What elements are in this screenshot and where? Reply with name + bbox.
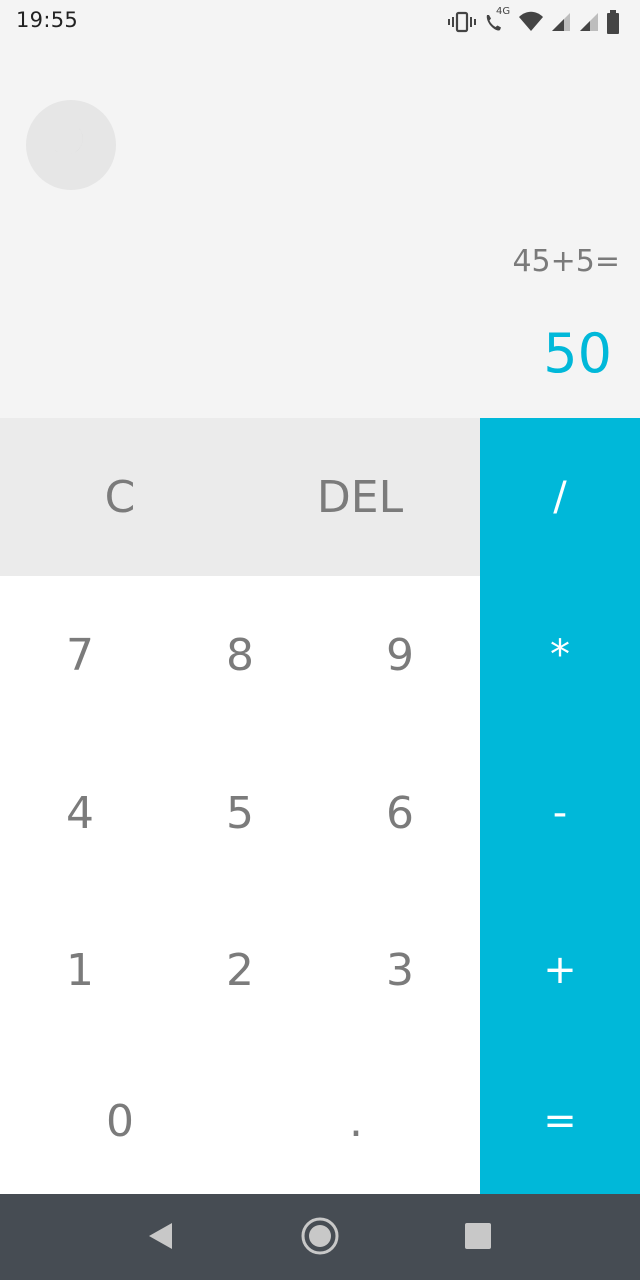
digit-4-button[interactable]: 4 — [0, 734, 160, 892]
decimal-button[interactable]: . — [276, 1048, 436, 1194]
vibrate-icon — [448, 11, 476, 33]
divide-button[interactable]: / — [480, 418, 640, 576]
battery-icon — [606, 10, 620, 34]
recents-icon — [464, 1222, 492, 1254]
back-icon — [146, 1221, 174, 1255]
clear-button[interactable]: C — [40, 418, 200, 576]
add-button[interactable]: + — [480, 892, 640, 1048]
keypad: C DEL 7 8 9 4 5 6 1 2 3 0 . / * - + = — [0, 418, 640, 1194]
navigation-bar — [0, 1194, 640, 1280]
digit-6-button[interactable]: 6 — [320, 734, 480, 892]
subtract-button[interactable]: - — [480, 734, 640, 892]
signal-icon — [550, 11, 572, 33]
back-button[interactable] — [138, 1216, 182, 1260]
digit-5-button[interactable]: 5 — [160, 734, 320, 892]
network-type-label: 4G — [496, 6, 511, 17]
digit-0-button[interactable]: 0 — [40, 1048, 200, 1194]
home-button[interactable] — [298, 1216, 342, 1260]
signal-icon — [578, 11, 600, 33]
home-icon — [300, 1216, 340, 1260]
theme-toggle-button[interactable] — [26, 100, 116, 190]
multiply-button[interactable]: * — [480, 576, 640, 734]
result-display: 50 — [543, 322, 612, 385]
recents-button[interactable] — [456, 1216, 500, 1260]
digit-pad: 7 8 9 4 5 6 1 2 3 0 . — [0, 576, 480, 1194]
calculator-display: 45+5= 50 — [0, 44, 640, 418]
call-4g-icon: 4G — [482, 6, 512, 34]
wifi-icon — [518, 11, 544, 33]
status-icons: 4G — [448, 6, 620, 35]
digit-9-button[interactable]: 9 — [320, 576, 480, 734]
equals-button[interactable]: = — [480, 1048, 640, 1194]
operator-column: / * - + = — [480, 418, 640, 1194]
digit-2-button[interactable]: 2 — [160, 892, 320, 1048]
status-time: 19:55 — [16, 8, 79, 32]
digit-8-button[interactable]: 8 — [160, 576, 320, 734]
digit-1-button[interactable]: 1 — [0, 892, 160, 1048]
expression-display: 45+5= — [512, 244, 620, 279]
digit-3-button[interactable]: 3 — [320, 892, 480, 1048]
function-row: C DEL — [0, 418, 480, 576]
delete-button[interactable]: DEL — [280, 418, 440, 576]
status-bar: 19:55 4G — [0, 0, 640, 44]
moon-icon — [51, 123, 91, 167]
digit-7-button[interactable]: 7 — [0, 576, 160, 734]
